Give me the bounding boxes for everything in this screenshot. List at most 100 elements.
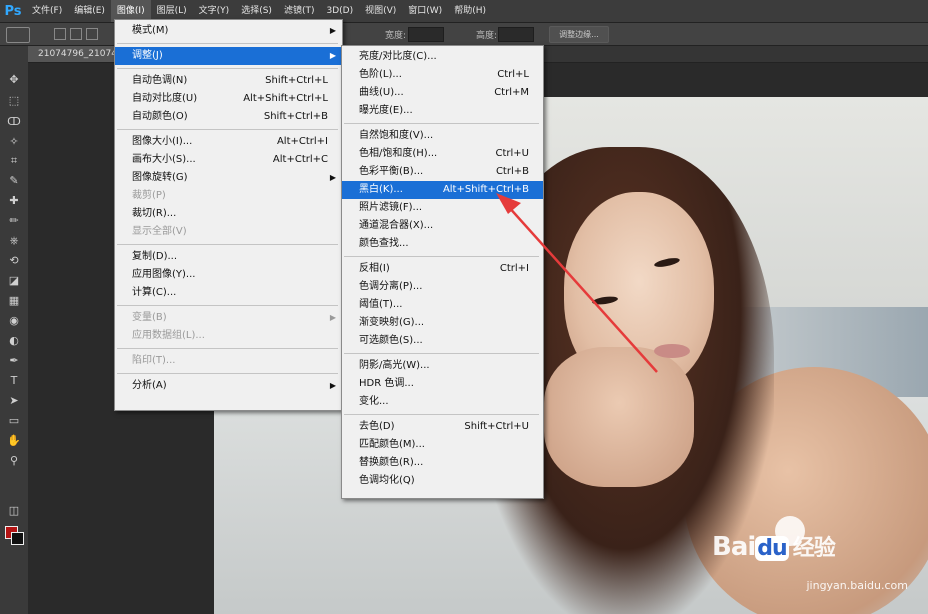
- gradient-icon[interactable]: ▦: [6, 294, 22, 308]
- history-brush-icon[interactable]: ⟲: [6, 254, 22, 268]
- menu-item[interactable]: 分析(A) ▶: [115, 377, 342, 395]
- menu-item[interactable]: 通道混合器(X)...: [342, 217, 543, 235]
- menu-separator: [117, 305, 338, 306]
- menu-1[interactable]: 编辑(E): [68, 0, 111, 22]
- menu-item-label: 裁剪(P): [132, 190, 166, 201]
- menu-item-label: 色相/饱和度(H)...: [359, 148, 438, 159]
- menu-9[interactable]: 窗口(W): [402, 0, 448, 22]
- marquee-preset-icon[interactable]: [6, 27, 30, 43]
- menu-item[interactable]: 色彩平衡(B)... Ctrl+B: [342, 163, 543, 181]
- menu-item[interactable]: 裁切(R)...: [115, 205, 342, 223]
- menu-item[interactable]: 自动色调(N) Shift+Ctrl+L: [115, 72, 342, 90]
- menu-8[interactable]: 视图(V): [359, 0, 402, 22]
- menu-item-label: 阴影/高光(W)...: [359, 360, 430, 371]
- submenu-arrow-icon: ▶: [329, 173, 336, 182]
- menu-item[interactable]: 替换颜色(R)...: [342, 454, 543, 472]
- brush-icon[interactable]: ✏: [6, 214, 22, 228]
- magic-wand-icon[interactable]: ✧: [6, 135, 22, 149]
- menu-item[interactable]: 渐变映射(G)...: [342, 314, 543, 332]
- menu-item[interactable]: 图像旋转(G) ▶: [115, 169, 342, 187]
- dodge-icon[interactable]: ◐: [6, 334, 22, 348]
- menu-item[interactable]: 曲线(U)... Ctrl+M: [342, 84, 543, 102]
- new-selection-icon[interactable]: [54, 28, 66, 40]
- crop-icon[interactable]: ⌗: [6, 154, 22, 168]
- quick-mask-icon[interactable]: ◫: [6, 504, 22, 518]
- tools-panel: ✥ ⬚ ↀ ✧ ⌗ ✎ ✚ ✏ ⎈ ⟲ ◪ ▦ ◉ ◐ ✒ T ➤ ▭ ✋ ⚲ ◫: [0, 46, 29, 614]
- menu-item[interactable]: HDR 色调...: [342, 375, 543, 393]
- menu-item[interactable]: 色调均化(Q): [342, 472, 543, 490]
- watermark-brand: Bai: [712, 532, 756, 562]
- menu-item: 应用数据组(L)...: [115, 327, 342, 345]
- menu-0[interactable]: 文件(F): [26, 0, 68, 22]
- menu-item-label: 阈值(T)...: [359, 299, 403, 310]
- width-label: 宽度:: [385, 31, 407, 41]
- menu-item[interactable]: 自动颜色(O) Shift+Ctrl+B: [115, 108, 342, 126]
- menu-item[interactable]: 画布大小(S)... Alt+Ctrl+C: [115, 151, 342, 169]
- type-icon[interactable]: T: [6, 374, 22, 388]
- menu-separator: [117, 373, 338, 374]
- watermark-brand-2: du: [755, 536, 789, 561]
- menu-item[interactable]: 反相(I) Ctrl+I: [342, 260, 543, 278]
- document-tab[interactable]: 21074796_210747: [28, 46, 124, 62]
- menu-item-shortcut: Ctrl+U: [495, 148, 530, 159]
- lasso-icon[interactable]: ↀ: [6, 115, 22, 129]
- menu-item-label: 亮度/对比度(C)...: [359, 51, 437, 62]
- eraser-icon[interactable]: ◪: [6, 274, 22, 288]
- menu-item[interactable]: 色调分离(P)...: [342, 278, 543, 296]
- menu-item[interactable]: 模式(M) ▶: [115, 22, 342, 40]
- menu-item[interactable]: 去色(D) Shift+Ctrl+U: [342, 418, 543, 436]
- eyedropper-icon[interactable]: ✎: [6, 174, 22, 188]
- path-select-icon[interactable]: ➤: [6, 394, 22, 408]
- menu-item-label: 变量(B): [132, 312, 167, 323]
- healing-icon[interactable]: ✚: [6, 194, 22, 208]
- menu-item[interactable]: 复制(D)...: [115, 248, 342, 266]
- menu-item[interactable]: 应用图像(Y)...: [115, 266, 342, 284]
- menu-item[interactable]: 颜色查找...: [342, 235, 543, 253]
- pen-icon[interactable]: ✒: [6, 354, 22, 368]
- menu-item-label: 裁切(R)...: [132, 208, 177, 219]
- menu-item-label: 自动对比度(U): [132, 93, 198, 104]
- menu-10[interactable]: 帮助(H): [448, 0, 492, 22]
- menu-item[interactable]: 色阶(L)... Ctrl+L: [342, 66, 543, 84]
- menu-item[interactable]: 图像大小(I)... Alt+Ctrl+I: [115, 133, 342, 151]
- subtract-selection-icon[interactable]: [86, 28, 98, 40]
- menu-item-label: HDR 色调...: [359, 378, 414, 389]
- menu-item[interactable]: 自然饱和度(V)...: [342, 127, 543, 145]
- menu-item[interactable]: 色相/饱和度(H)... Ctrl+U: [342, 145, 543, 163]
- menu-item: 陷印(T)...: [115, 352, 342, 370]
- menu-item[interactable]: 调整(J) ▶: [115, 47, 342, 65]
- photoshop-logo: Ps: [4, 3, 22, 19]
- menu-item[interactable]: 匹配颜色(M)...: [342, 436, 543, 454]
- menu-item[interactable]: 阈值(T)...: [342, 296, 543, 314]
- marquee-icon[interactable]: ⬚: [6, 94, 22, 108]
- menu-separator: [117, 244, 338, 245]
- menu-item[interactable]: 变化...: [342, 393, 543, 411]
- menu-item-shortcut: Ctrl+B: [495, 166, 529, 177]
- move-icon[interactable]: ✥: [6, 73, 22, 87]
- shape-icon[interactable]: ▭: [6, 414, 22, 428]
- menu-item[interactable]: 黑白(K)... Alt+Shift+Ctrl+B: [342, 181, 543, 199]
- menu-item[interactable]: 阴影/高光(W)...: [342, 357, 543, 375]
- menu-item-shortcut: Alt+Ctrl+C: [272, 154, 328, 165]
- menu-item[interactable]: 亮度/对比度(C)...: [342, 48, 543, 66]
- hand-icon[interactable]: ✋: [6, 434, 22, 448]
- height-field[interactable]: [498, 27, 534, 42]
- menu-item-label: 图像旋转(G): [132, 172, 188, 183]
- blur-icon[interactable]: ◉: [6, 314, 22, 328]
- menu-item-label: 自然饱和度(V)...: [359, 130, 434, 141]
- menu-item[interactable]: 计算(C)...: [115, 284, 342, 302]
- add-selection-icon[interactable]: [70, 28, 82, 40]
- zoom-icon[interactable]: ⚲: [6, 454, 22, 468]
- refine-edge-button[interactable]: 调整边缘...: [549, 26, 609, 43]
- menu-item-shortcut: Alt+Shift+Ctrl+L: [243, 93, 328, 104]
- menu-item[interactable]: 可选颜色(S)...: [342, 332, 543, 350]
- menu-item-label: 可选颜色(S)...: [359, 335, 423, 346]
- menu-item[interactable]: 曝光度(E)...: [342, 102, 543, 120]
- menu-item[interactable]: 照片滤镜(F)...: [342, 199, 543, 217]
- width-field[interactable]: [408, 27, 444, 42]
- stamp-icon[interactable]: ⎈: [6, 234, 22, 248]
- menu-item-shortcut: Shift+Ctrl+U: [464, 421, 529, 432]
- menu-item[interactable]: 自动对比度(U) Alt+Shift+Ctrl+L: [115, 90, 342, 108]
- menu-item-shortcut: Alt+Ctrl+I: [276, 136, 328, 147]
- menu-separator: [117, 43, 338, 44]
